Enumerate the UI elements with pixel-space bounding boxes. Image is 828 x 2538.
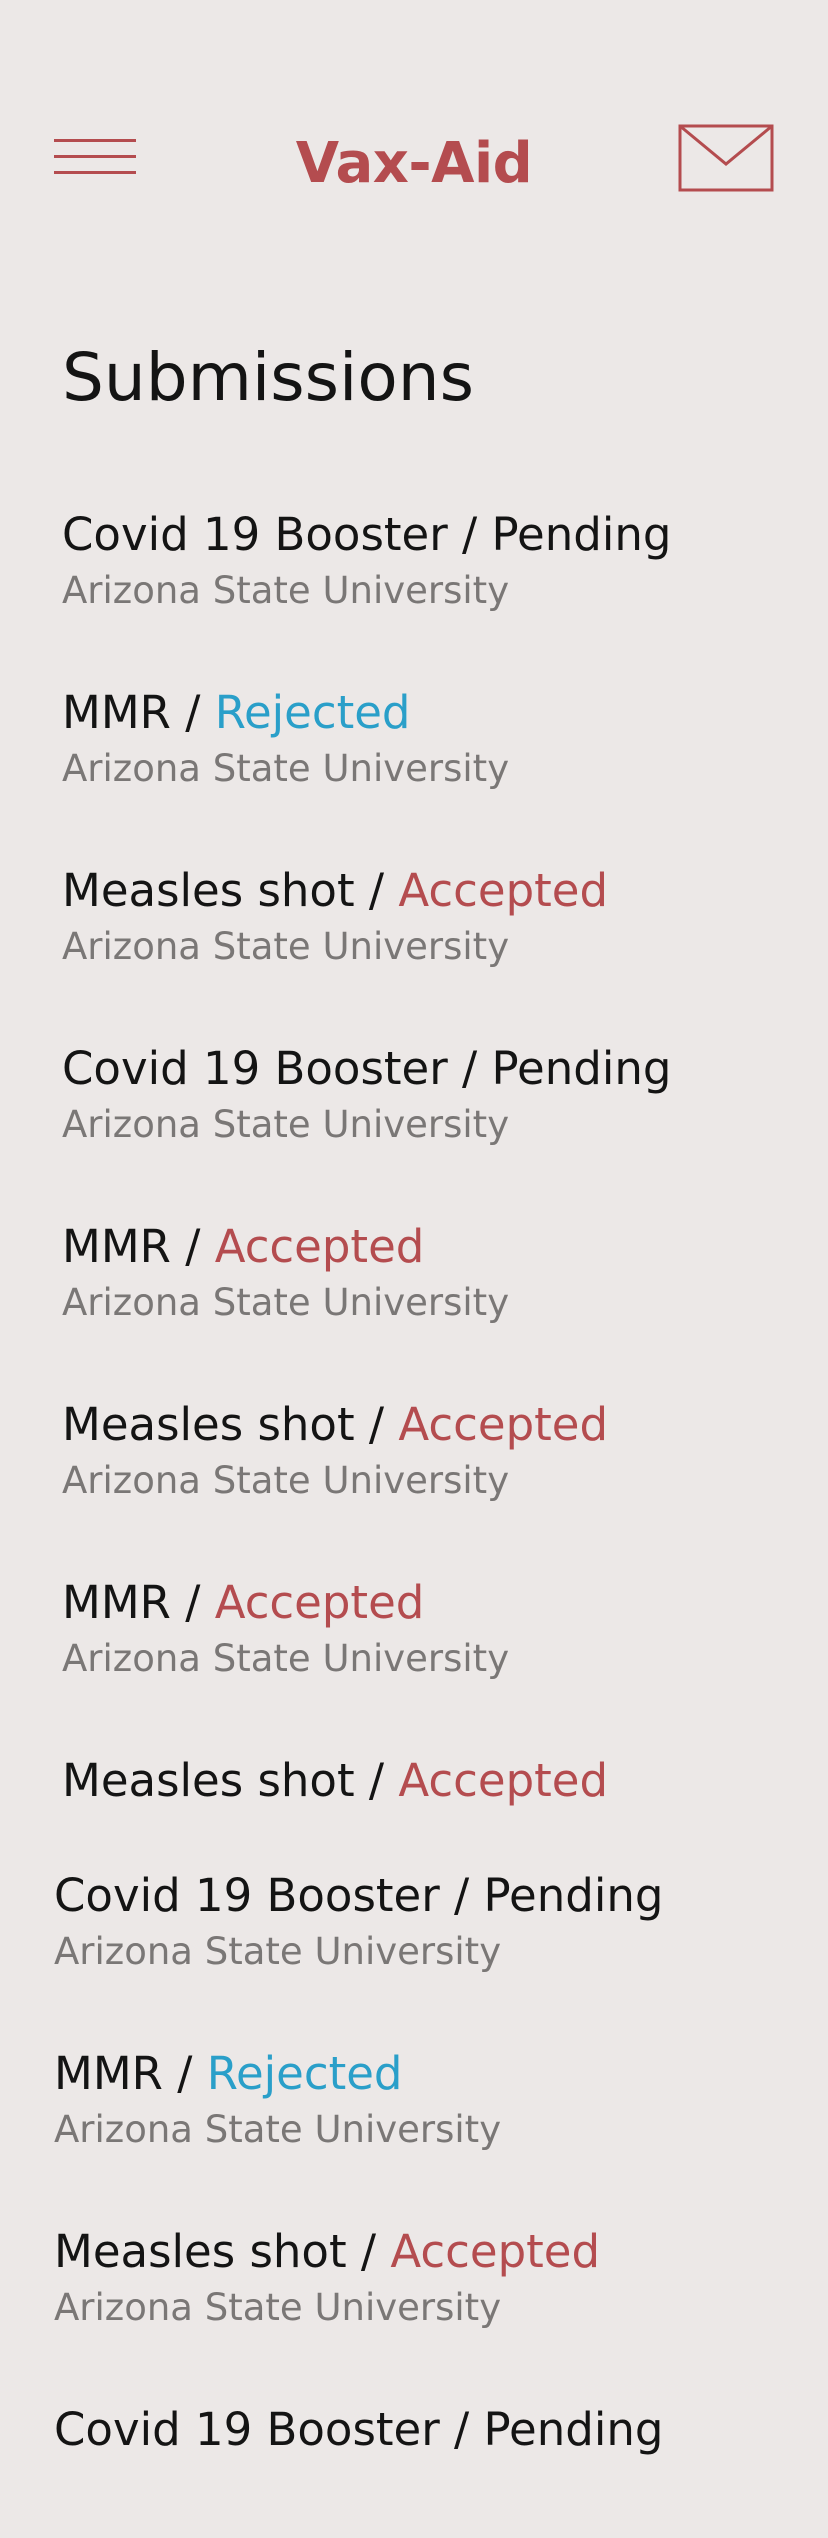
status-separator: / — [354, 1754, 399, 1807]
vaccine-name: Measles shot — [62, 1398, 355, 1451]
status-separator: / — [439, 2403, 484, 2456]
institution-name: Arizona State University — [62, 1281, 510, 1324]
institution-name: Arizona State University — [62, 925, 510, 968]
status-separator: / — [447, 508, 492, 561]
institution-name: Arizona State University — [62, 747, 510, 790]
status-label: Accepted — [214, 1576, 425, 1629]
institution-name: Arizona State University — [62, 569, 510, 612]
submission-item[interactable]: Measles shot / Accepted — [62, 1751, 822, 1811]
status-label: Rejected — [214, 686, 411, 739]
submission-title: MMR / Rejected — [62, 683, 822, 743]
status-label: Pending — [491, 508, 672, 561]
submission-title: Measles shot / Accepted — [62, 1395, 822, 1455]
status-separator: / — [354, 864, 399, 917]
submission-item[interactable]: MMR / Accepted Arizona State University — [62, 1217, 822, 1329]
submission-title: Covid 19 Booster / Pending — [54, 1866, 814, 1926]
status-separator: / — [170, 686, 215, 739]
institution-name: Arizona State University — [62, 1103, 510, 1146]
vaccine-name: MMR — [62, 1220, 171, 1273]
vaccine-name: Covid 19 Booster — [62, 1042, 448, 1095]
vaccine-name: Measles shot — [62, 1754, 355, 1807]
vaccine-name: MMR — [62, 1576, 171, 1629]
submission-item[interactable]: Covid 19 Booster / Pending Arizona State … — [54, 1866, 814, 1978]
page-title: Submissions — [62, 339, 474, 416]
vaccine-name: Covid 19 Booster — [54, 2403, 440, 2456]
submission-item[interactable]: MMR / Rejected Arizona State University — [54, 2044, 814, 2156]
institution-name: Arizona State University — [54, 1930, 502, 1973]
vaccine-name: Covid 19 Booster — [54, 1869, 440, 1922]
status-separator: / — [354, 1398, 399, 1451]
submission-item[interactable]: Measles shot / Accepted Arizona State Uni… — [54, 2222, 814, 2334]
status-label: Accepted — [390, 2225, 601, 2278]
status-label: Accepted — [398, 1754, 609, 1807]
status-label: Pending — [491, 1042, 672, 1095]
vaccine-name: Measles shot — [54, 2225, 347, 2278]
submission-item[interactable]: Covid 19 Booster / Pending — [54, 2400, 814, 2460]
submission-title: Measles shot / Accepted — [54, 2222, 814, 2282]
vaccine-name: Covid 19 Booster — [62, 508, 448, 561]
submission-title: MMR / Accepted — [62, 1573, 822, 1633]
submission-title: MMR / Rejected — [54, 2044, 814, 2104]
status-label: Accepted — [214, 1220, 425, 1273]
institution-name: Arizona State University — [62, 1637, 510, 1680]
submission-title: Covid 19 Booster / Pending — [54, 2400, 814, 2460]
institution-name: Arizona State University — [62, 1459, 510, 1502]
vaccine-name: Measles shot — [62, 864, 355, 917]
submission-item[interactable]: MMR / Rejected Arizona State University — [62, 683, 822, 795]
app-header: Vax-Aid — [0, 0, 828, 240]
status-separator: / — [439, 1869, 484, 1922]
vaccine-name: MMR — [54, 2047, 163, 2100]
status-label: Pending — [483, 1869, 664, 1922]
vaccine-name: MMR — [62, 686, 171, 739]
institution-name: Arizona State University — [54, 2286, 502, 2329]
status-separator: / — [170, 1220, 215, 1273]
submission-item[interactable]: Measles shot / Accepted Arizona State Uni… — [62, 861, 822, 973]
mail-icon[interactable] — [678, 124, 774, 192]
submission-title: Covid 19 Booster / Pending — [62, 1039, 822, 1099]
status-label: Accepted — [398, 864, 609, 917]
status-separator: / — [346, 2225, 391, 2278]
submission-item[interactable]: MMR / Accepted Arizona State University — [62, 1573, 822, 1685]
status-label: Rejected — [206, 2047, 403, 2100]
status-label: Accepted — [398, 1398, 609, 1451]
institution-name: Arizona State University — [54, 2108, 502, 2151]
submission-item[interactable]: Covid 19 Booster / Pending Arizona State … — [62, 1039, 822, 1151]
status-separator: / — [170, 1576, 215, 1629]
status-separator: / — [162, 2047, 207, 2100]
submission-item[interactable]: Covid 19 Booster / Pending Arizona State … — [62, 505, 822, 617]
submission-title: MMR / Accepted — [62, 1217, 822, 1277]
submission-title: Covid 19 Booster / Pending — [62, 505, 822, 565]
status-separator: / — [447, 1042, 492, 1095]
status-label: Pending — [483, 2403, 664, 2456]
submission-item[interactable]: Measles shot / Accepted Arizona State Uni… — [62, 1395, 822, 1507]
submission-title: Measles shot / Accepted — [62, 861, 822, 921]
submission-title: Measles shot / Accepted — [62, 1751, 822, 1811]
